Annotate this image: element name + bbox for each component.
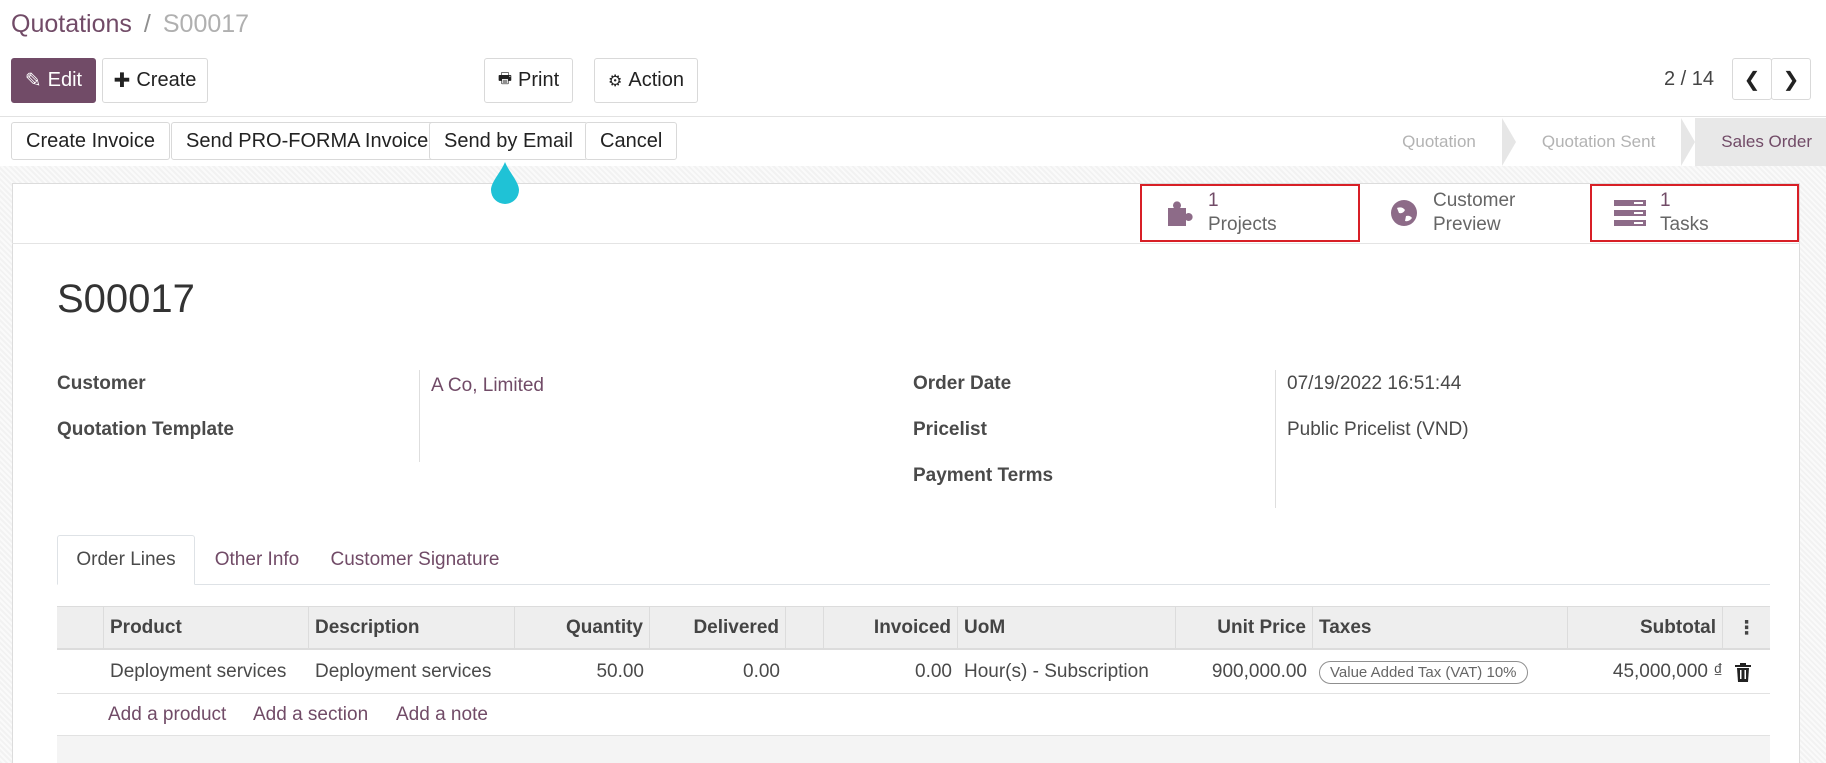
- cell-quantity[interactable]: 50.00: [515, 650, 650, 694]
- preview-line1: Customer: [1433, 190, 1516, 211]
- notebook-tabs: Order Lines Other Info Customer Signatur…: [57, 535, 1770, 585]
- column-header-blank: [786, 607, 824, 649]
- send-by-email-button[interactable]: Send by Email: [429, 122, 588, 160]
- projects-smart-button[interactable]: 1 Projects: [1140, 184, 1360, 242]
- column-header-uom[interactable]: UoM: [958, 607, 1176, 649]
- tasks-smart-button[interactable]: 1 Tasks: [1590, 184, 1799, 242]
- breadcrumb-quotations[interactable]: Quotations: [11, 10, 132, 39]
- pencil-icon: ✎: [24, 70, 42, 92]
- cell-description[interactable]: Deployment services: [309, 650, 515, 694]
- printer-icon: 🖶: [497, 70, 513, 87]
- cell-uom[interactable]: Hour(s) - Subscription: [958, 650, 1176, 694]
- table-row[interactable]: Deployment services Deployment services …: [57, 650, 1770, 694]
- create-label: Create: [136, 69, 197, 91]
- pricelist-label: Pricelist: [913, 419, 987, 440]
- stage-separator: [1681, 118, 1696, 166]
- pricelist-field[interactable]: Public Pricelist (VND): [1287, 419, 1469, 441]
- cell-taxes[interactable]: Value Added Tax (VAT) 10%: [1313, 650, 1568, 694]
- column-options-button[interactable]: ⋮: [1723, 607, 1770, 649]
- handle-column-header: [57, 607, 104, 649]
- tab-order-lines[interactable]: Order Lines: [57, 535, 195, 585]
- column-header-taxes[interactable]: Taxes: [1313, 607, 1568, 649]
- action-button[interactable]: ⚙ Action: [594, 58, 698, 103]
- projects-label: Projects: [1208, 214, 1277, 235]
- create-invoice-button[interactable]: Create Invoice: [11, 122, 170, 160]
- stage-quotation[interactable]: Quotation: [1376, 118, 1502, 166]
- create-button[interactable]: ✚ Create: [102, 58, 208, 103]
- tax-badge: Value Added Tax (VAT) 10%: [1319, 660, 1528, 684]
- table-footer: [57, 736, 1770, 763]
- button-box-divider: [12, 243, 1800, 244]
- stage-quotation-sent[interactable]: Quotation Sent: [1516, 118, 1681, 166]
- add-product-link[interactable]: Add a product: [108, 704, 226, 726]
- add-line-row: Add a product Add a section Add a note: [57, 694, 1770, 736]
- cell-subtotal: 45,000,000 ₫: [1612, 661, 1723, 682]
- breadcrumb: Quotations / S00017: [11, 10, 249, 39]
- edit-button[interactable]: ✎ Edit: [11, 58, 96, 103]
- customer-field[interactable]: A Co, Limited: [431, 375, 544, 397]
- chevron-left-icon: ❮: [1743, 68, 1761, 91]
- column-header-product[interactable]: Product: [104, 607, 309, 649]
- tab-customer-signature[interactable]: Customer Signature: [325, 535, 505, 585]
- trash-icon: [1735, 662, 1751, 682]
- cell-invoiced: 0.00: [915, 661, 952, 682]
- cell-product[interactable]: Deployment services: [104, 650, 309, 694]
- edit-label: Edit: [47, 69, 83, 91]
- send-proforma-button[interactable]: Send PRO-FORMA Invoice: [171, 122, 444, 160]
- field-divider: [419, 370, 420, 462]
- print-button[interactable]: 🖶 Print: [484, 58, 573, 103]
- cancel-button[interactable]: Cancel: [585, 122, 678, 160]
- payment-terms-field[interactable]: [1287, 456, 1757, 496]
- record-title: S00017: [57, 277, 195, 321]
- print-label: Print: [518, 69, 560, 91]
- column-header-invoiced[interactable]: Invoiced: [824, 607, 958, 649]
- quotation-template-label: Quotation Template: [57, 419, 234, 440]
- pager-previous-button[interactable]: ❮: [1732, 58, 1772, 100]
- plus-icon: ✚: [113, 70, 131, 92]
- gear-icon: ⚙: [608, 72, 623, 90]
- add-section-link[interactable]: Add a section: [253, 704, 368, 726]
- action-label: Action: [628, 69, 684, 91]
- column-header-description[interactable]: Description: [309, 607, 515, 649]
- payment-terms-label: Payment Terms: [913, 465, 1054, 486]
- stage-sales-order[interactable]: Sales Order: [1695, 118, 1826, 166]
- kebab-menu-icon: ⋮: [1737, 617, 1756, 639]
- tasks-icon: [1614, 200, 1646, 226]
- field-divider: [1275, 370, 1276, 508]
- control-panel-divider: [0, 116, 1826, 117]
- stage-separator: [1501, 118, 1516, 166]
- customer-preview-smart-button[interactable]: Customer Preview: [1389, 184, 1589, 242]
- preview-line2: Preview: [1433, 214, 1501, 235]
- tasks-label: Tasks: [1660, 214, 1709, 235]
- tasks-count: 1: [1660, 190, 1671, 211]
- globe-icon: [1391, 200, 1417, 226]
- water-drop-icon: [491, 162, 519, 204]
- customer-label: Customer: [57, 373, 146, 394]
- chevron-right-icon: ❯: [1782, 68, 1800, 91]
- status-bar: Quotation Quotation Sent Sales Order: [1376, 118, 1826, 166]
- pager-next-button[interactable]: ❯: [1771, 58, 1811, 100]
- breadcrumb-current: S00017: [162, 10, 250, 38]
- column-header-subtotal[interactable]: Subtotal: [1568, 607, 1723, 649]
- column-header-unit-price[interactable]: Unit Price: [1176, 607, 1313, 649]
- order-date-field[interactable]: 07/19/2022 16:51:44: [1287, 373, 1461, 395]
- column-header-quantity[interactable]: Quantity: [515, 607, 650, 649]
- puzzle-icon: [1168, 201, 1193, 226]
- quotation-template-field[interactable]: [431, 410, 851, 450]
- tab-other-info[interactable]: Other Info: [207, 535, 307, 585]
- order-date-label: Order Date: [913, 373, 1012, 394]
- cell-delivered[interactable]: 0.00: [650, 650, 786, 694]
- table-header: Product Description Quantity Delivered I…: [57, 606, 1770, 650]
- projects-count: 1: [1208, 190, 1219, 211]
- pager-value: 2 / 14: [1664, 68, 1715, 90]
- cell-unit-price[interactable]: 900,000.00: [1176, 650, 1313, 694]
- column-header-delivered[interactable]: Delivered: [650, 607, 786, 649]
- breadcrumb-separator: /: [143, 10, 151, 38]
- delete-row-button[interactable]: [1723, 650, 1763, 694]
- add-note-link[interactable]: Add a note: [396, 704, 488, 726]
